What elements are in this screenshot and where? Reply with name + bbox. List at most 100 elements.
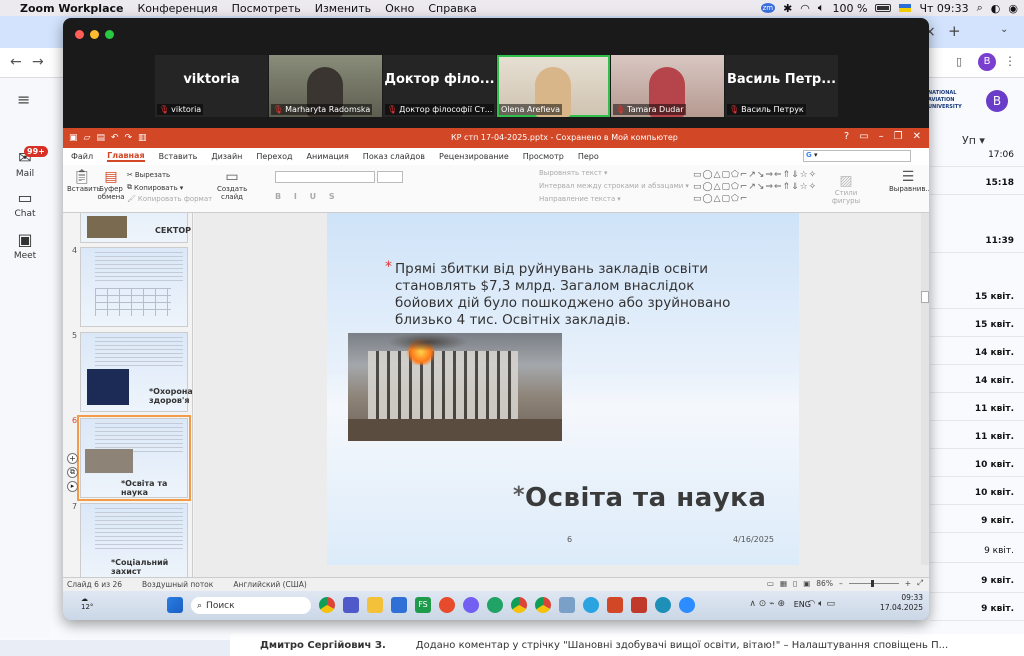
copy-thumbs-icon[interactable]: ⧉ [67, 467, 78, 478]
shape-styles-button[interactable]: ▨ Стили фигуры [831, 173, 861, 205]
menubar-item-help[interactable]: Справка [428, 2, 476, 15]
taskbar-search[interactable]: ⌕ Поиск [191, 597, 311, 614]
participant-tile[interactable]: 🎙︎ Marharyta Radomska [269, 55, 382, 117]
slide-thumbnail[interactable]: *Охорона здоров'я [80, 332, 192, 412]
text-direction-button[interactable]: Направление текста ▾ [539, 195, 621, 203]
status-language[interactable]: Английский (США) [233, 580, 307, 589]
new-tab-icon[interactable]: + [948, 22, 961, 40]
shapes-gallery[interactable]: ▭◯△▢⬠⌐↗↘⇒⇐⇑⇓☆✧▭◯△▢⬠⌐↗↘⇒⇐⇑⇓☆✧▭◯△▢⬠⌐ [693, 169, 823, 205]
participant-tile[interactable]: viktoria 🎙︎ viktoria [155, 55, 268, 117]
ribbon-options-icon[interactable]: ▭ [859, 131, 868, 142]
participant-tile[interactable]: Василь Петр... 🎙︎ Василь Петрук [725, 55, 838, 117]
play-thumbs-icon[interactable]: ▸ [67, 481, 78, 492]
slide-thumbnail[interactable]: СЕКТОР [80, 213, 191, 243]
autosave-icon[interactable]: ▣ [69, 133, 78, 143]
menubar-item-window[interactable]: Окно [385, 2, 414, 15]
telegram-icon[interactable] [583, 597, 599, 613]
tool-icon[interactable] [559, 597, 575, 613]
profile-avatar[interactable]: B [978, 53, 996, 71]
powerpoint-icon[interactable] [607, 597, 623, 613]
align-text-button[interactable]: Выровнять текст ▾ [539, 169, 607, 177]
font-style-buttons[interactable]: B I U S [275, 192, 340, 201]
bluetooth-icon[interactable]: ✱ [783, 2, 792, 15]
battery-icon[interactable] [875, 4, 892, 12]
fit-slide-icon[interactable]: ⤢ [917, 578, 923, 588]
explorer-icon[interactable] [367, 597, 383, 613]
participant-tile-active-speaker[interactable]: Olena Arefieva [497, 55, 610, 117]
minimize-window-button[interactable] [90, 30, 99, 39]
zoom-slider[interactable] [848, 579, 899, 587]
sort-menu[interactable]: Уп ▾ [962, 134, 985, 147]
slide-title[interactable]: *Освіта та наука [513, 483, 766, 513]
slide-thumbnail-selected[interactable]: *Освіта та наука [77, 415, 191, 501]
browser-app-icon[interactable] [439, 597, 455, 613]
vertical-scrollbar[interactable] [921, 213, 929, 565]
edge-icon[interactable] [655, 597, 671, 613]
cut-button[interactable]: ✂ Вырезать [127, 171, 170, 179]
clipboard-group[interactable]: ▤ Буфер обмена [97, 169, 125, 201]
chrome-profile-icon[interactable] [535, 597, 551, 613]
view-reading-icon[interactable]: ▯ [793, 579, 797, 588]
viber-icon[interactable] [463, 597, 479, 613]
font-family-select[interactable] [275, 171, 375, 183]
slide-thumbnail[interactable] [80, 247, 188, 327]
zoom-status-icon[interactable]: zm [760, 3, 776, 13]
tab-design[interactable]: Дизайн [211, 152, 242, 161]
view-slideshow-icon[interactable]: ▣ [803, 579, 810, 588]
tab-review[interactable]: Рецензирование [439, 152, 509, 161]
zoom-in-icon[interactable]: + [905, 579, 911, 588]
volume-icon[interactable]: 🔈︎ [818, 1, 825, 15]
restore-icon[interactable]: ❐ [894, 131, 903, 142]
account-avatar[interactable]: B [986, 90, 1008, 112]
app-icon[interactable] [631, 597, 647, 613]
taskbar-clock[interactable]: 09:33 17.04.2025 [880, 593, 923, 613]
close-icon[interactable]: ✕ [913, 131, 921, 142]
mail-row-bottom[interactable]: Дмитро Сергійович З. Додано коментар у с… [230, 634, 1024, 656]
help-icon[interactable]: ? [844, 131, 849, 142]
wifi-icon[interactable]: ◠ [800, 2, 810, 15]
zoom-app-icon[interactable] [679, 597, 695, 613]
menubar-clock[interactable]: Чт 09:33 [919, 2, 968, 15]
hamburger-icon[interactable]: ≡ [17, 90, 30, 109]
menubar-item-view[interactable]: Посмотреть [232, 2, 301, 15]
minimize-icon[interactable]: – [879, 131, 884, 142]
tab-pen[interactable]: Перо [578, 152, 599, 161]
tab-animations[interactable]: Анимация [307, 152, 349, 161]
tab-home[interactable]: Главная [107, 151, 145, 162]
slide-thumbnail[interactable]: *Соціальний захист [80, 503, 188, 577]
view-sorter-icon[interactable]: ▦ [780, 579, 787, 588]
arrange-button[interactable]: ☰ Выравнив... [889, 169, 929, 193]
paste-button[interactable]: 📋︎ Вставить [67, 169, 101, 193]
slide-body-text[interactable]: * Прямі збитки від руйнувань закладів ос… [385, 259, 735, 329]
tab-menu-icon[interactable]: ⌄ [1000, 24, 1008, 35]
fs-app-icon[interactable]: FS [415, 597, 431, 613]
menubar-item-edit[interactable]: Изменить [315, 2, 371, 15]
search-icon[interactable]: ⌕ [977, 1, 983, 15]
print-icon[interactable]: ▥ [138, 133, 147, 143]
sidepanel-icon[interactable]: ▯ [956, 55, 962, 68]
slide-photo-burning-building[interactable] [348, 333, 562, 441]
tab-transitions[interactable]: Переход [256, 152, 292, 161]
control-center-icon[interactable]: ◐ [991, 2, 1001, 15]
weather-widget[interactable]: ☁ 12° [81, 595, 93, 611]
menubar-app-name[interactable]: Zoom Workplace [20, 2, 123, 15]
tab-file[interactable]: Файл [71, 152, 93, 161]
tab-slideshow[interactable]: Показ слайдов [363, 152, 425, 161]
line-spacing-button[interactable]: Интервал между строками и абзацами ▾ [539, 182, 689, 190]
rail-meet[interactable]: ▣ Meet [0, 230, 50, 261]
tab-insert[interactable]: Вставить [159, 152, 198, 161]
chrome-alt-icon[interactable] [511, 597, 527, 613]
copy-button[interactable]: ⧉ Копировать ▾ [127, 183, 183, 192]
menubar-item-conference[interactable]: Конференция [137, 2, 217, 15]
browser-menu-icon[interactable]: ⋮ [1004, 54, 1016, 68]
font-size-select[interactable] [377, 171, 403, 183]
rail-chat[interactable]: ▭ Chat [0, 188, 50, 219]
chrome-icon[interactable] [319, 597, 335, 613]
tray-wifi-icon[interactable]: ◠ 🔈︎ ▭ [808, 599, 835, 609]
zoom-window-button[interactable] [105, 30, 114, 39]
close-window-button[interactable] [75, 30, 84, 39]
new-slide-button[interactable]: ▭ Создать слайд [217, 169, 247, 201]
back-icon[interactable]: ← [10, 54, 22, 70]
chat-app-icon[interactable] [487, 597, 503, 613]
participant-tile[interactable]: 🎙︎ Tamara Dudar [611, 55, 724, 117]
